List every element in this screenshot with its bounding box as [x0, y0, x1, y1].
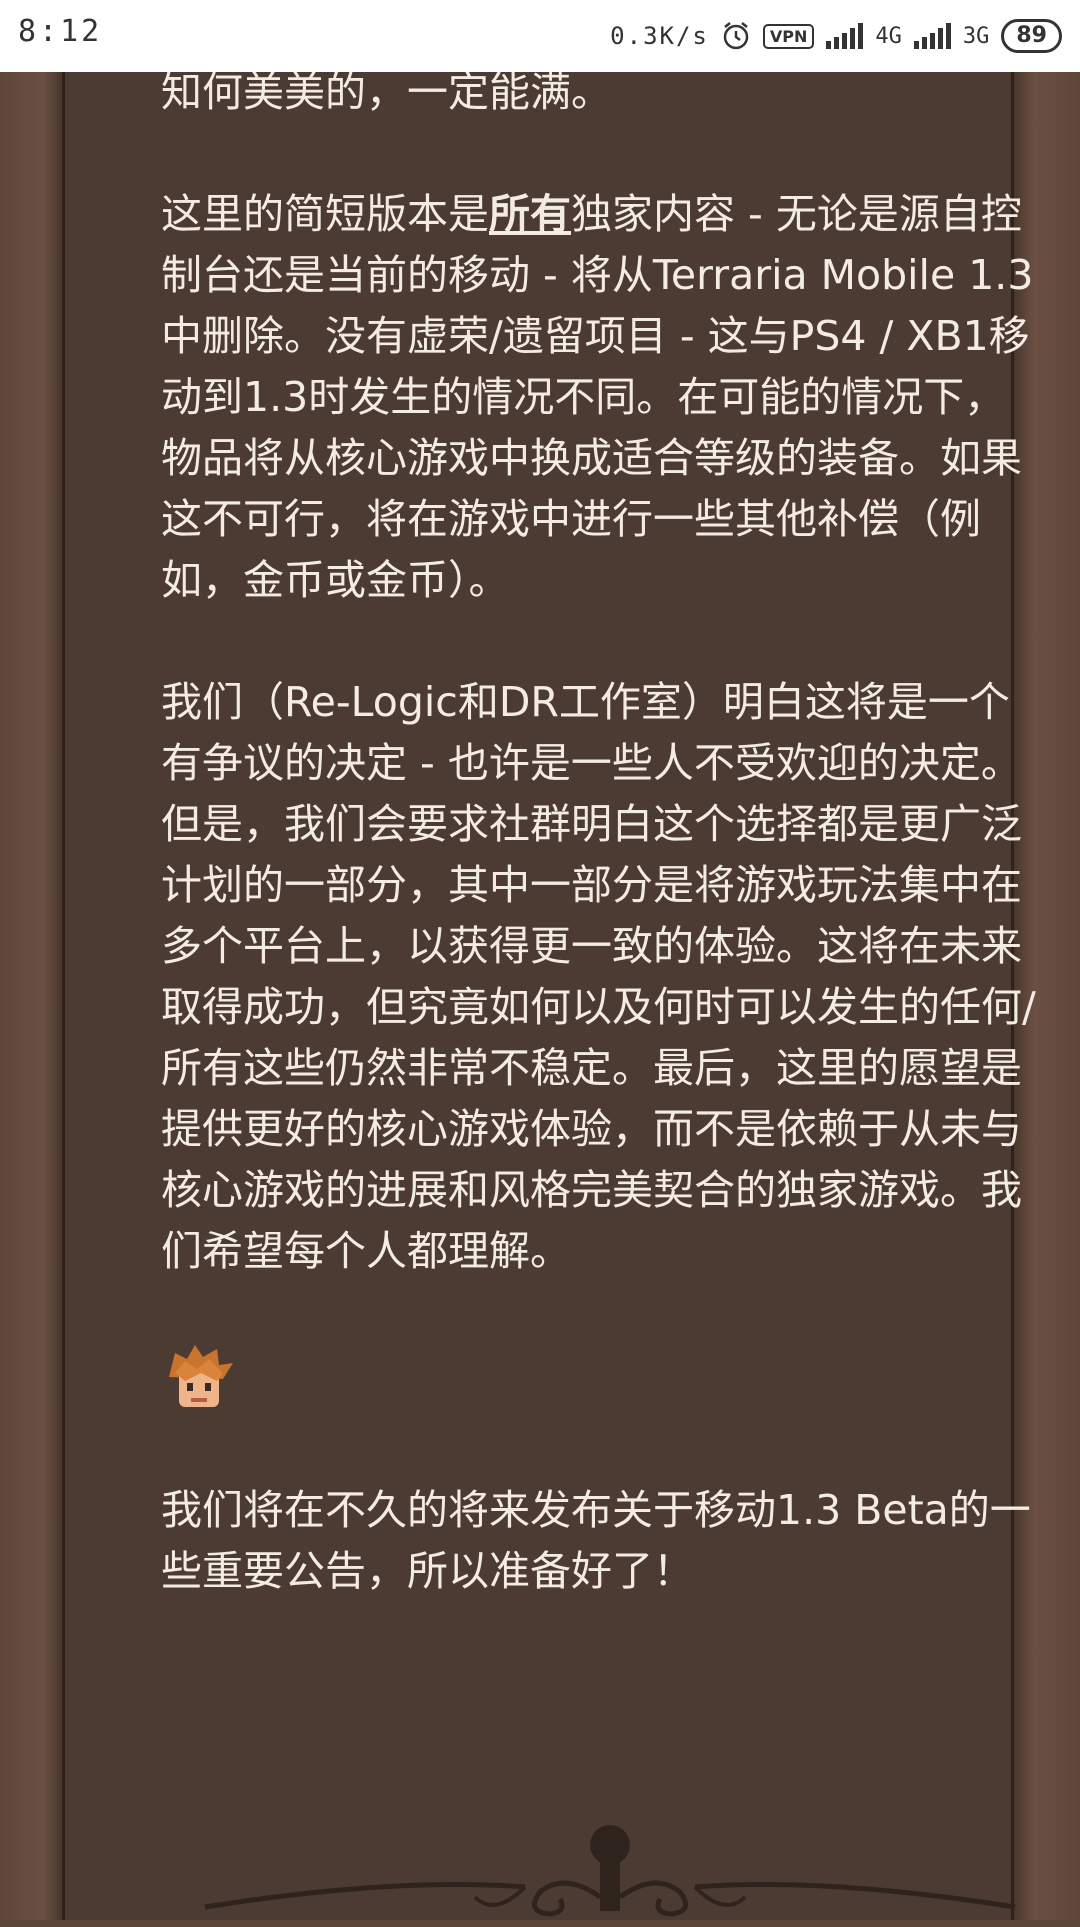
p1-before: 这里的简短版本是 [161, 190, 489, 238]
network-type-1: 4G [875, 23, 902, 49]
status-bar: 8:12 0.3K/s VPN 4G 3G 89 [0, 0, 1080, 72]
guide-face-icon [169, 1345, 233, 1407]
p1-highlight: 所有 [489, 190, 571, 238]
battery-indicator: 89 [1001, 19, 1062, 53]
net-speed: 0.3K/s [610, 22, 709, 50]
paragraph-1: 这里的简短版本是所有独家内容 - 无论是源自控制台还是当前的移动 - 将从Ter… [161, 184, 1045, 611]
article-panel: 知何美美的，一定能满。 这里的简短版本是所有独家内容 - 无论是源自控制台还是当… [62, 68, 1036, 1920]
paragraph-2: 我们（Re-Logic和DR工作室）明白这将是一个有争议的决定 - 也许是一些人… [161, 678, 1036, 1275]
scroll-flourish-icon [204, 1825, 1016, 1917]
paragraph-3: 我们将在不久的将来发布关于移动1.3 Beta的一些重要公告，所以准备好了！ [161, 1486, 1031, 1595]
vpn-badge: VPN [762, 23, 815, 49]
network-type-2: 3G [962, 23, 990, 49]
alarm-icon [723, 22, 749, 50]
signal-icon [826, 23, 864, 49]
signal-icon-2 [913, 23, 951, 49]
left-decorative-rail [0, 72, 62, 1920]
p1-after: 独家内容 - 无论是源自控制台还是当前的移动 - 将从Terraria Mobi… [161, 190, 1034, 604]
clock: 8:12 [18, 14, 103, 49]
status-icons: 0.3K/s VPN 4G 3G 89 [610, 14, 1062, 58]
article-body: 知何美美的，一定能满。 这里的简短版本是所有独家内容 - 无论是源自控制台还是当… [161, 68, 1045, 1663]
